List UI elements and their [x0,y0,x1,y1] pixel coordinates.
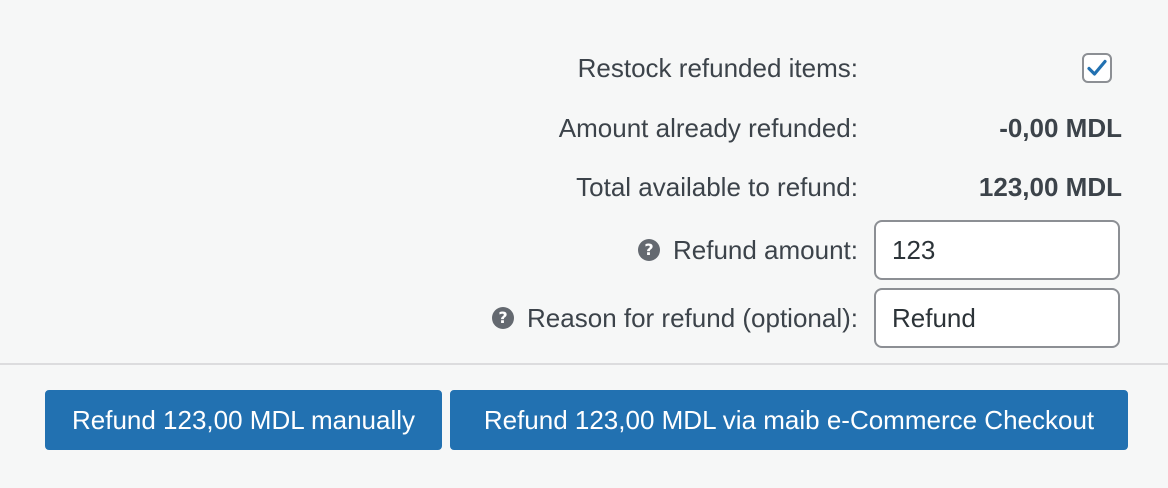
help-icon[interactable]: ? [492,307,515,329]
already-refunded-value: -0,00 MDL [999,112,1122,143]
already-refunded-label: Amount already refunded: [558,112,858,143]
refund-via-gateway-button[interactable]: Refund 123,00 MDL via maib e-Commerce Ch… [450,390,1128,450]
checkmark-icon [1087,59,1107,76]
refund-reason-label-group: ? Reason for refund (optional): [492,303,858,334]
refund-amount-label-group: ? Refund amount: [637,234,858,266]
restock-row: Restock refunded items: [0,48,1168,88]
refund-manually-button[interactable]: Refund 123,00 MDL manually [45,390,442,450]
divider [0,363,1168,365]
total-available-row: Total available to refund: 123,00 MDL [0,167,1168,207]
help-icon[interactable]: ? [637,239,660,261]
refund-reason-input[interactable] [874,288,1120,348]
total-available-label: Total available to refund: [576,171,858,202]
refund-reason-label: Reason for refund (optional): [527,302,858,333]
refund-reason-row: ? Reason for refund (optional): [0,288,1168,348]
refund-amount-input[interactable] [874,220,1120,280]
refund-amount-label: Refund amount: [672,234,858,265]
restock-label: Restock refunded items: [577,52,858,83]
restock-checkbox[interactable] [1082,53,1112,83]
total-available-value: 123,00 MDL [978,171,1122,202]
refund-panel: Restock refunded items: Amount already r… [0,0,1168,488]
already-refunded-row: Amount already refunded: -0,00 MDL [0,108,1168,148]
refund-amount-row: ? Refund amount: [0,220,1168,280]
